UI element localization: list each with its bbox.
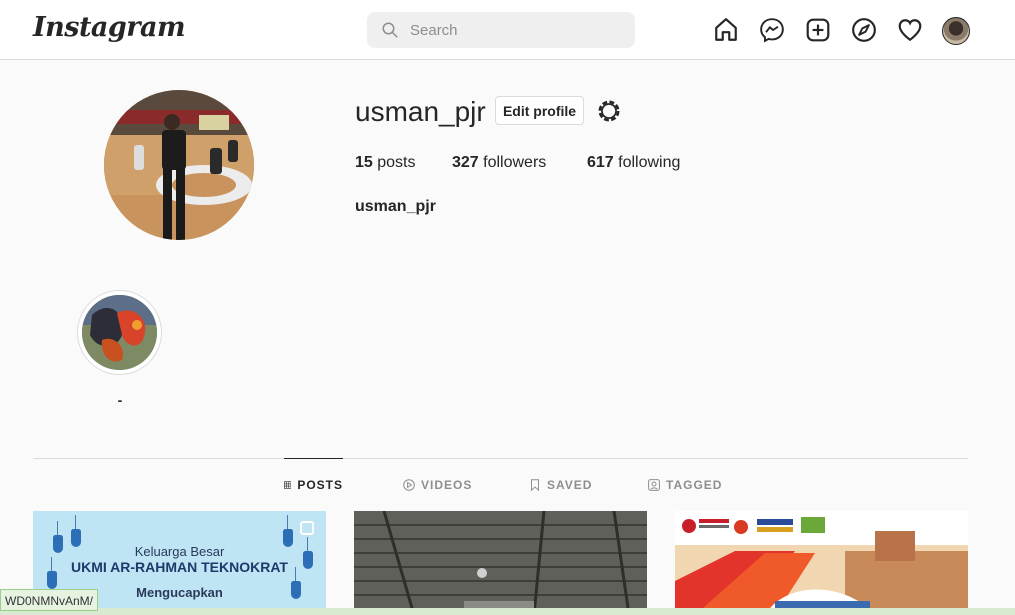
instagram-logo[interactable]: Instagram — [33, 12, 186, 43]
edit-profile-button[interactable]: Edit profile — [495, 96, 584, 125]
multiple-photos-icon — [300, 521, 314, 535]
tagged-user-icon — [648, 479, 660, 491]
video-play-icon — [403, 479, 415, 491]
highlight-cover-image — [82, 295, 157, 370]
tab-videos[interactable]: VIDEOS — [403, 459, 472, 511]
post-text: UKMI AR-RAHMAN TEKNOKRAT — [71, 559, 288, 575]
profile-avatar[interactable] — [942, 17, 970, 45]
explore-icon[interactable] — [851, 17, 877, 43]
profile-full-name: usman_pjr — [355, 198, 436, 215]
tab-tagged-label: TAGGED — [666, 478, 723, 492]
search-placeholder: Search — [410, 22, 458, 39]
search-input[interactable]: Search — [367, 12, 635, 48]
post-thumbnail[interactable] — [675, 511, 968, 615]
tab-posts-label: POSTS — [297, 477, 343, 492]
post-image — [675, 511, 968, 615]
tab-tagged[interactable]: TAGGED — [648, 459, 722, 511]
messenger-icon[interactable] — [759, 17, 785, 43]
tab-saved-label: SAVED — [547, 478, 593, 492]
home-icon[interactable] — [713, 17, 739, 43]
search-icon — [382, 22, 398, 38]
settings-gear-icon[interactable] — [596, 98, 622, 124]
following-link[interactable]: 617 following — [587, 154, 680, 172]
activity-heart-icon[interactable] — [897, 17, 923, 43]
post-image — [354, 511, 647, 615]
profile-photo-image — [104, 90, 254, 240]
profile-picture[interactable] — [104, 90, 254, 240]
tab-videos-label: VIDEOS — [421, 478, 473, 492]
browser-status-strip — [0, 608, 1015, 615]
highlight-label: - — [117, 392, 123, 408]
tab-posts[interactable]: POSTS — [284, 458, 343, 510]
post-thumbnail[interactable] — [354, 511, 647, 615]
story-highlight[interactable] — [77, 290, 162, 375]
grid-icon — [284, 480, 292, 489]
tab-saved[interactable]: SAVED — [529, 459, 592, 511]
posts-count: 15 posts — [355, 154, 416, 171]
profile-username: usman_pjr — [355, 96, 486, 127]
tabs-divider — [33, 458, 968, 459]
new-post-icon[interactable] — [805, 17, 831, 43]
post-text: Keluarga Besar — [134, 544, 225, 559]
followers-link[interactable]: 327 followers — [452, 154, 546, 172]
bookmark-icon — [531, 479, 539, 491]
top-navbar: Instagram Search — [0, 0, 1015, 60]
browser-status-url: WD0NMNvAnM/ — [0, 589, 99, 611]
